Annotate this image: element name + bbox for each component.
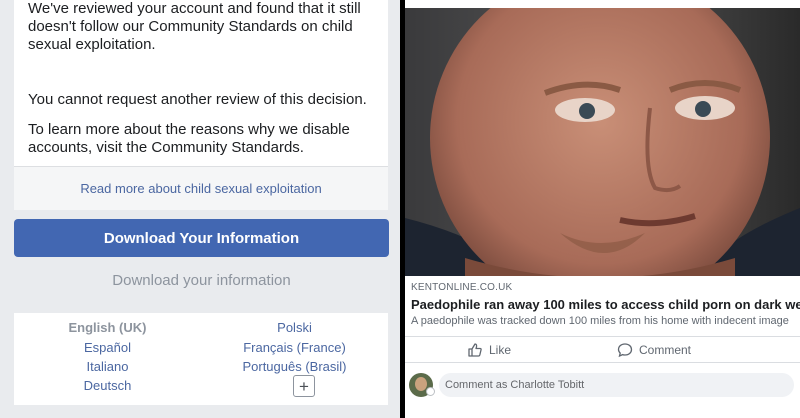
more-languages-button[interactable]: + [293, 375, 315, 397]
download-information-link[interactable]: Download your information [14, 272, 389, 289]
plus-icon: + [299, 376, 309, 396]
notice-paragraph-reviewed: We've reviewed your account and found th… [28, 0, 361, 53]
language-francais[interactable]: Français (France) [201, 340, 388, 355]
download-your-information-button[interactable]: Download Your Information [14, 219, 389, 257]
language-selector: English (UK) Polski Español Français (Fr… [14, 313, 388, 405]
notice-paragraph-no-review: You cannot request another review of thi… [28, 91, 367, 108]
comment-label: Comment [639, 343, 692, 357]
link-headline[interactable]: Paedophile ran away 100 miles to access … [411, 297, 800, 312]
comment-input[interactable]: Comment as Charlotte Tobitt [439, 373, 794, 397]
post-action-bar: Like Comment [405, 336, 800, 362]
language-portugues[interactable]: Português (Brasil) [201, 359, 388, 374]
avatar-face [415, 377, 427, 391]
link-description: A paedophile was tracked down 100 miles … [411, 315, 789, 327]
language-polski[interactable]: Polski [201, 320, 388, 335]
comment-placeholder: Comment as Charlotte Tobitt [445, 379, 585, 391]
read-more-link[interactable]: Read more about child sexual exploitatio… [14, 166, 388, 210]
shared-link-post: KENTONLINE.CO.UK Paedophile ran away 100… [405, 0, 800, 418]
like-label: Like [489, 343, 512, 357]
language-italiano[interactable]: Italiano [14, 359, 201, 374]
speech-bubble-icon [617, 343, 633, 358]
article-photo[interactable] [405, 8, 800, 276]
avatar-status-icon [426, 387, 435, 396]
notice-paragraph-learn-more: To learn more about the reasons why we d… [28, 121, 350, 156]
review-notice-card: We've reviewed your account and found th… [14, 0, 388, 166]
language-deutsch[interactable]: Deutsch [14, 378, 201, 393]
language-espanol[interactable]: Español [14, 340, 201, 355]
like-button[interactable]: Like [467, 342, 511, 358]
read-more-label: Read more about child sexual exploitatio… [80, 181, 322, 196]
portrait-image [405, 8, 800, 276]
comment-button[interactable]: Comment [617, 342, 691, 358]
account-disabled-panel: We've reviewed your account and found th… [0, 0, 400, 418]
thumbs-up-icon [468, 343, 482, 357]
language-english-uk: English (UK) [68, 320, 147, 335]
comment-composer: Comment as Charlotte Tobitt [405, 362, 800, 418]
link-source-domain: KENTONLINE.CO.UK [411, 282, 513, 293]
